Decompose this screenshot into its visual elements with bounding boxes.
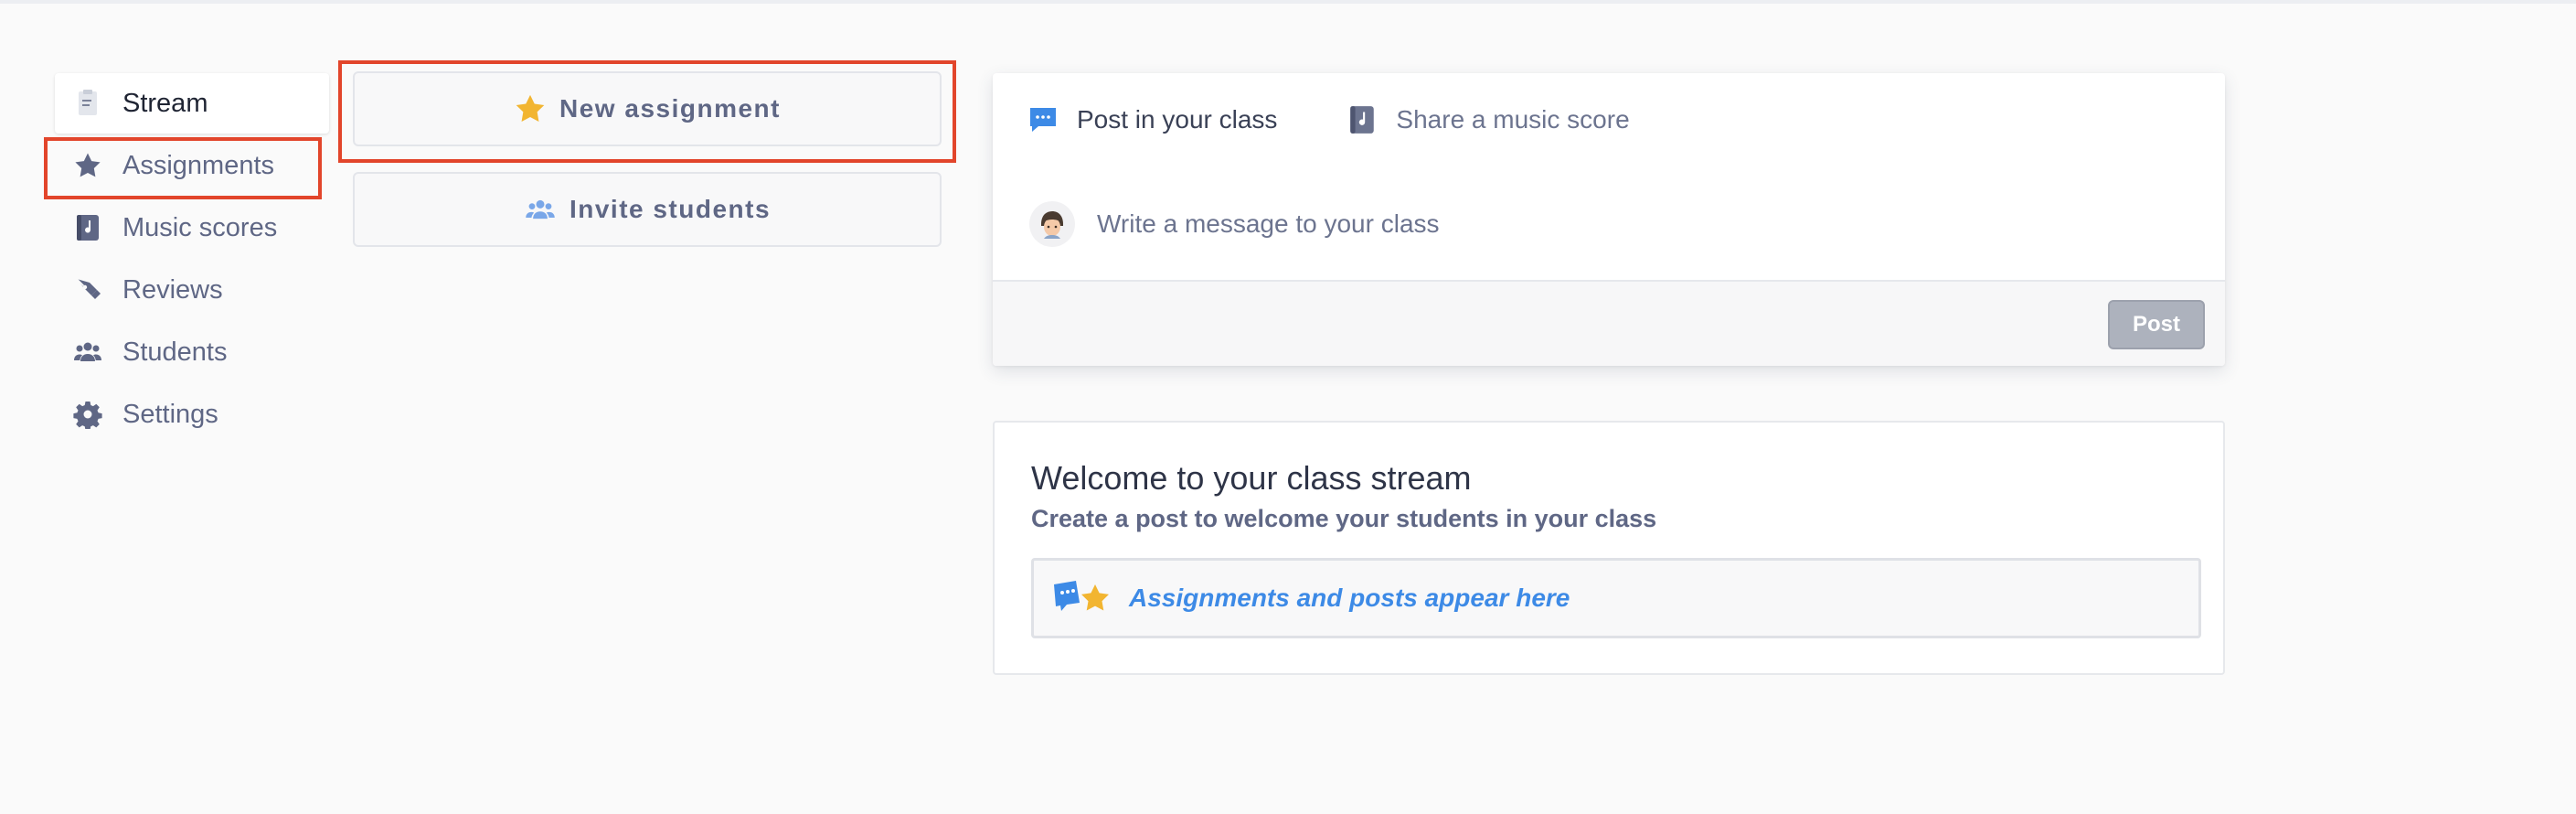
message-input[interactable] — [1097, 209, 1920, 239]
sidebar-item-students[interactable]: Students — [55, 322, 329, 382]
people-icon — [524, 193, 557, 226]
pen-nib-icon — [69, 272, 106, 308]
sidebar-item-label: Music scores — [122, 212, 278, 242]
sidebar-item-label: Stream — [122, 88, 208, 118]
sidebar-item-settings[interactable]: Settings — [55, 384, 329, 444]
sidebar-item-label: Assignments — [122, 150, 275, 180]
message-row — [1029, 201, 1920, 247]
post-button[interactable]: Post — [2108, 300, 2205, 349]
chat-bubble-icon — [1027, 104, 1059, 135]
welcome-title: Welcome to your class stream — [1031, 459, 1472, 497]
composer-footer: Post — [993, 280, 2225, 366]
composer-tabs: Post in your class Share a music score — [1027, 104, 1699, 135]
sidebar-nav: Stream Assignments Music scores Reviews … — [55, 73, 329, 444]
gear-icon — [69, 396, 106, 433]
new-assignment-button[interactable]: New assignment — [353, 71, 942, 146]
document-icon — [69, 85, 106, 122]
new-assignment-label: New assignment — [559, 94, 781, 123]
sidebar-item-assignments[interactable]: Assignments — [55, 135, 329, 196]
tab-label: Share a music score — [1396, 105, 1630, 134]
avatar — [1029, 201, 1075, 247]
welcome-subtitle: Create a post to welcome your students i… — [1031, 505, 1657, 532]
sidebar-item-label: Students — [122, 337, 228, 367]
music-book-icon — [69, 209, 106, 246]
sidebar-item-stream[interactable]: Stream — [55, 73, 329, 134]
tab-share-music-score[interactable]: Share a music score — [1347, 104, 1630, 135]
chat-star-icon — [1050, 577, 1114, 619]
sidebar-item-music-scores[interactable]: Music scores — [55, 198, 329, 258]
star-icon — [69, 147, 106, 184]
invite-students-label: Invite students — [569, 195, 772, 223]
sidebar-item-reviews[interactable]: Reviews — [55, 260, 329, 320]
music-book-icon — [1347, 104, 1378, 135]
people-icon — [69, 334, 106, 370]
tab-post-in-class[interactable]: Post in your class — [1027, 104, 1277, 135]
sidebar-item-label: Settings — [122, 399, 218, 429]
sidebar-item-label: Reviews — [122, 274, 223, 305]
banner-text: Assignments and posts appear here — [1129, 584, 1570, 612]
action-buttons: New assignment Invite students — [353, 71, 942, 247]
empty-stream-banner: Assignments and posts appear here — [1031, 558, 2201, 638]
welcome-card: Welcome to your class stream Create a po… — [993, 421, 2225, 675]
star-icon — [514, 92, 547, 125]
post-composer: Post in your class Share a music score P… — [993, 73, 2225, 366]
invite-students-button[interactable]: Invite students — [353, 172, 942, 247]
tab-label: Post in your class — [1077, 105, 1278, 134]
top-border — [0, 0, 2576, 4]
